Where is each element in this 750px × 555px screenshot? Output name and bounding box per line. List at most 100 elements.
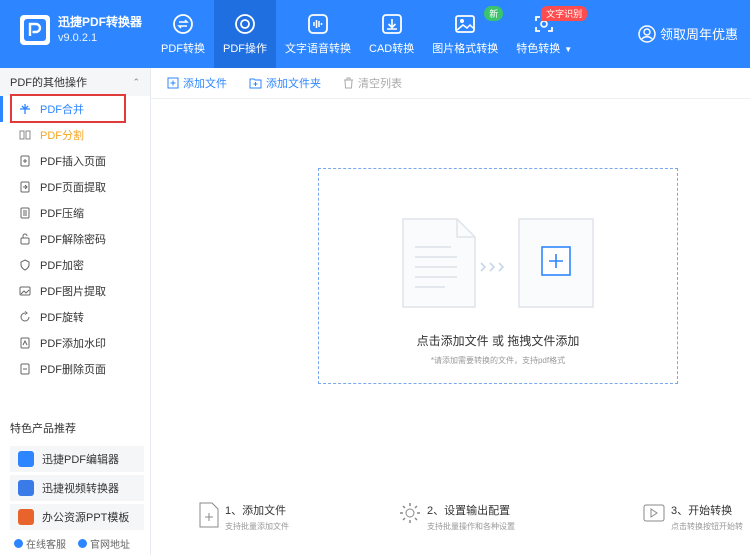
step-desc: 点击转换按钮开始转 <box>671 522 743 531</box>
recommend-item-pdf-editor[interactable]: 迅捷PDF编辑器 <box>10 446 144 472</box>
file-dropzone[interactable]: 点击添加文件 或 拖拽文件添加 *请添加需要转换的文件，支持pdf格式 <box>318 168 678 384</box>
nav-pdf-operate[interactable]: PDF操作 <box>214 0 276 68</box>
recommend-item-video-converter[interactable]: 迅捷视频转换器 <box>10 475 144 501</box>
steps-bar: 1、添加文件 支持批量添加文件 2、设置输出配置 支持批量操作和各种设置 3、开… <box>151 488 750 555</box>
nav-label: 文字语音转换 <box>285 42 351 55</box>
pdf-convert-icon <box>173 13 193 34</box>
sidebar-item-label: PDF页面提取 <box>40 182 106 194</box>
recommend-label: 迅捷视频转换器 <box>42 483 119 495</box>
nav-pdf-convert[interactable]: PDF转换 <box>152 0 214 68</box>
promo-link[interactable]: 领取周年优惠 <box>638 24 738 43</box>
step-desc: 支持批量操作和各种设置 <box>427 522 515 531</box>
add-folder-icon <box>249 78 262 89</box>
website-label: 官网地址 <box>90 540 130 551</box>
new-badge: 新 <box>484 6 504 21</box>
nav-voice[interactable]: 文字语音转换 <box>276 0 360 68</box>
nav-label: PDF转换 <box>161 42 205 55</box>
online-service-label: 在线客服 <box>26 540 66 551</box>
online-service-link[interactable]: 在线客服 <box>14 536 66 551</box>
sidebar-item-watermark[interactable]: PDF添加水印 <box>0 330 150 356</box>
extract-page-icon <box>18 180 32 194</box>
sidebar-item-label: PDF插入页面 <box>40 156 106 168</box>
step-title: 2、设置输出配置 <box>427 505 511 517</box>
nav-label: 特色转换 <box>516 42 561 55</box>
sidebar-item-label: PDF添加水印 <box>40 338 106 350</box>
convert-icon <box>643 504 665 522</box>
app-version: v9.0.2.1 <box>58 32 98 44</box>
step-title: 1、添加文件 <box>225 505 287 517</box>
insert-page-icon <box>18 154 32 168</box>
sidebar-item-label: PDF旋转 <box>40 312 84 324</box>
sidebar-footer: 在线客服 官网地址 <box>14 536 142 551</box>
split-icon <box>18 128 32 142</box>
sidebar-item-label: PDF删除页面 <box>40 364 106 376</box>
recommend-label: 迅捷PDF编辑器 <box>42 454 119 466</box>
recommend-title: 特色产品推荐 <box>10 423 76 435</box>
nav-label-row: 特色转换 ▼ <box>516 40 572 56</box>
sidebar-item-pdf-split[interactable]: PDF分割 <box>0 122 150 148</box>
app-logo-icon <box>20 15 50 45</box>
sidebar-item-compress[interactable]: PDF压缩 <box>0 200 150 226</box>
user-icon <box>638 24 656 43</box>
trash-icon <box>344 77 353 89</box>
step-title: 3、开始转换 <box>671 505 733 517</box>
sidebar-header[interactable]: PDF的其他操作 ⌃ <box>0 68 150 96</box>
chevron-down-icon: ▼ <box>564 44 573 54</box>
rotate-icon <box>18 310 32 324</box>
highlight-box <box>10 94 126 123</box>
clear-list-label: 清空列表 <box>358 78 402 90</box>
unlock-icon <box>18 232 32 246</box>
nav-feature[interactable]: 特色转换 ▼ 文字识别 <box>507 0 588 68</box>
sidebar-item-rotate[interactable]: PDF旋转 <box>0 304 150 330</box>
nav-image[interactable]: 图片格式转换 新 <box>423 0 507 68</box>
sidebar-item-label: PDF压缩 <box>40 208 84 220</box>
top-bar: 迅捷PDF转换器 v9.0.2.1 PDF转换 PDF操作 文字语音转换 CAD… <box>0 0 750 68</box>
toolbar: 添加文件 添加文件夹 清空列表 <box>151 68 750 99</box>
sidebar-item-label: PDF图片提取 <box>40 286 106 298</box>
add-folder-button[interactable]: 添加文件夹 <box>249 75 321 91</box>
sidebar-item-insert-page[interactable]: PDF插入页面 <box>0 148 150 174</box>
dropzone-hint: *请添加需要转换的文件，支持pdf格式 <box>430 356 566 365</box>
main-nav: PDF转换 PDF操作 文字语音转换 CAD转换 图片格式转换 新 特色转换 ▼ … <box>152 0 588 68</box>
watermark-icon <box>18 336 32 350</box>
add-file-button[interactable]: 添加文件 <box>167 75 227 91</box>
shield-icon <box>18 258 32 272</box>
sidebar-item-extract-page[interactable]: PDF页面提取 <box>0 174 150 200</box>
add-file-icon <box>167 77 179 89</box>
dropzone-title: 点击添加文件 或 拖拽文件添加 <box>416 334 580 348</box>
sidebar-item-label: PDF解除密码 <box>40 234 106 246</box>
pdf-editor-icon <box>18 451 34 467</box>
nav-cad[interactable]: CAD转换 <box>360 0 423 68</box>
step-desc: 支持批量添加文件 <box>225 522 289 531</box>
add-file-step-icon <box>199 502 219 528</box>
compress-icon <box>18 206 32 220</box>
sidebar-item-label: PDF加密 <box>40 260 84 272</box>
sidebar-item-remove-password[interactable]: PDF解除密码 <box>0 226 150 252</box>
nav-label: CAD转换 <box>369 42 415 55</box>
gear-icon <box>400 503 420 523</box>
sidebar-item-encrypt[interactable]: PDF加密 <box>0 252 150 278</box>
nav-label: PDF操作 <box>223 42 267 55</box>
sidebar-item-label: PDF分割 <box>40 130 84 142</box>
recommend-item-ppt-templates[interactable]: 办公资源PPT模板 <box>10 504 144 530</box>
brand: 迅捷PDF转换器 v9.0.2.1 <box>20 14 142 46</box>
ocr-badge: 文字识别 <box>541 6 588 21</box>
recommend-label: 办公资源PPT模板 <box>42 512 130 524</box>
sidebar-item-extract-image[interactable]: PDF图片提取 <box>0 278 150 304</box>
delete-page-icon <box>18 362 32 376</box>
website-link[interactable]: 官网地址 <box>78 536 130 551</box>
image-icon <box>455 14 476 33</box>
sidebar-item-delete-page[interactable]: PDF删除页面 <box>0 356 150 382</box>
image-extract-icon <box>18 284 32 298</box>
add-file-illustration <box>402 218 594 308</box>
chevron-up-icon: ⌃ <box>132 76 140 87</box>
clear-list-button[interactable]: 清空列表 <box>343 75 402 91</box>
add-file-label: 添加文件 <box>183 78 227 90</box>
promo-label: 领取周年优惠 <box>659 27 738 42</box>
ppt-template-icon <box>18 509 34 525</box>
step-add-file: 1、添加文件 支持批量添加文件 <box>199 502 289 532</box>
step-start: 3、开始转换 点击转换按钮开始转 <box>643 502 743 532</box>
add-folder-label: 添加文件夹 <box>266 78 321 90</box>
step-settings: 2、设置输出配置 支持批量操作和各种设置 <box>399 502 515 532</box>
website-icon <box>78 539 87 548</box>
